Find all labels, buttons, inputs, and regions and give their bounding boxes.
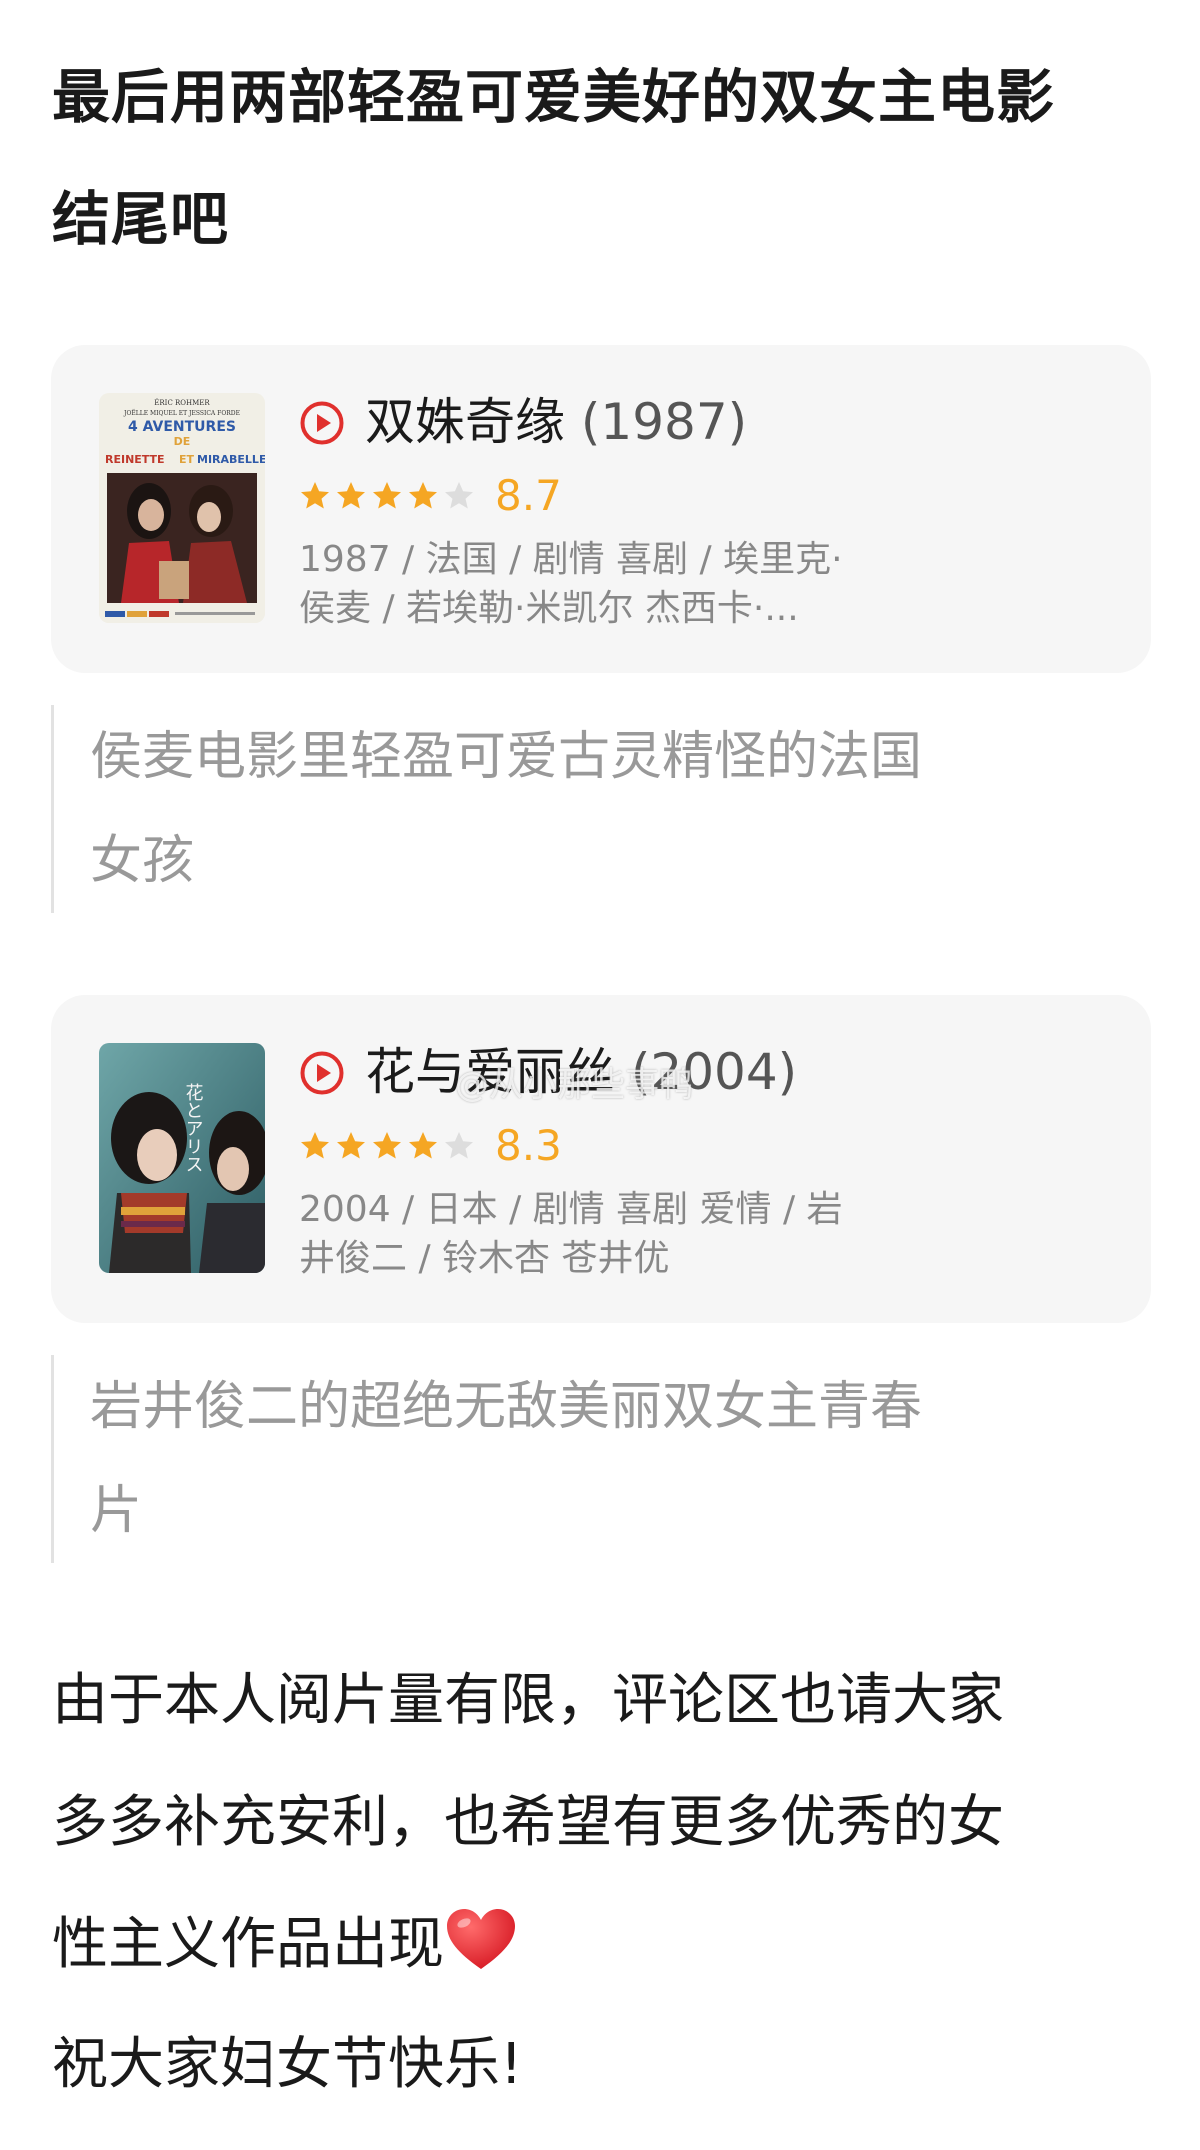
movie-card-1[interactable]: ÉRIC ROHMER JOËLLE MIQUEL ET JESSICA FOR…	[51, 345, 1151, 673]
closing-line: 祝大家妇女节快乐!	[52, 2032, 523, 2097]
play-icon[interactable]	[299, 400, 345, 446]
star-filled-icon	[373, 1132, 401, 1159]
comment-line: 女孩	[90, 831, 195, 891]
rating-row: 8.3	[299, 1120, 562, 1172]
star-empty-icon	[445, 1132, 473, 1159]
comment-line: 片	[90, 1481, 143, 1541]
poster-vertical-title: 花とアリス	[183, 1083, 204, 1173]
poster-headline: 4 AVENTURES	[128, 419, 236, 435]
heading-line: 结尾吧	[52, 185, 230, 253]
star-filled-icon	[301, 1132, 329, 1159]
star-filled-icon	[409, 1132, 437, 1159]
meta-line: 井俊二 / 铃木杏 苍井优	[299, 1238, 670, 1279]
closing-line-with-emoji: 性主义作品出现	[52, 1884, 1172, 2006]
poster-image: 花とアリス	[99, 1043, 265, 1273]
movie-poster[interactable]: ÉRIC ROHMER JOËLLE MIQUEL ET JESSICA FOR…	[99, 393, 265, 623]
movie-comment-2: 岩井俊二的超绝无敌美丽双女主青春 片	[51, 1355, 1190, 1563]
movie-score: 8.3	[495, 1121, 562, 1170]
poster-image: ÉRIC ROHMER JOËLLE MIQUEL ET JESSICA FOR…	[99, 393, 265, 623]
poster-name-et: ET	[179, 453, 195, 466]
meta-line: 侯麦 / 若埃勒·米凯尔 杰西卡·...	[299, 588, 799, 629]
star-rating	[299, 1130, 475, 1162]
movie-year: (1987)	[580, 393, 748, 451]
closing-line: 由于本人阅片量有限，评论区也请大家	[52, 1668, 1004, 1733]
star-filled-icon	[301, 482, 329, 509]
poster-name-a: REINETTE	[105, 453, 165, 466]
movie-comment-1: 侯麦电影里轻盈可爱古灵精怪的法国 女孩	[51, 705, 1190, 913]
star-empty-icon	[445, 482, 473, 509]
poster-cast: JOËLLE MIQUEL ET JESSICA FORDE	[123, 410, 240, 417]
poster-credit: ÉRIC ROHMER	[154, 398, 210, 407]
movie-title-text: 双姝奇缘	[365, 393, 565, 451]
heading-line: 最后用两部轻盈可爱美好的双女主电影	[52, 63, 1056, 131]
star-rating	[299, 480, 475, 512]
meta-line: 1987 / 法国 / 剧情 喜剧 / 埃里克·	[299, 539, 843, 580]
closing-line: 多多补充安利，也希望有更多优秀的女	[52, 1790, 1004, 1855]
star-filled-icon	[409, 482, 437, 509]
movie-score: 8.7	[495, 471, 562, 520]
comment-line: 侯麦电影里轻盈可爱古灵精怪的法国	[90, 727, 923, 787]
movie-poster[interactable]: 花とアリス	[99, 1043, 265, 1273]
poster-de: DE	[174, 435, 191, 448]
movie-card-2[interactable]: 花とアリス 花与爱丽丝 (2004) 8.3 2004 / 日本 / 剧情 喜剧…	[51, 995, 1151, 1323]
closing-text: 由于本人阅片量有限，评论区也请大家 多多补充安利，也希望有更多优秀的女 性主义作…	[52, 1640, 1172, 2124]
meta-line: 2004 / 日本 / 剧情 喜剧 爱情 / 岩	[299, 1189, 843, 1230]
closing-line-text: 性主义作品出现	[52, 1912, 444, 1977]
comment-line: 岩井俊二的超绝无敌美丽双女主青春	[90, 1377, 923, 1437]
heart-icon	[447, 1909, 515, 1969]
movie-meta: 1987 / 法国 / 剧情 喜剧 / 埃里克· 侯麦 / 若埃勒·米凯尔 杰西…	[299, 535, 919, 633]
star-filled-icon	[337, 1132, 365, 1159]
post-heading: 最后用两部轻盈可爱美好的双女主电影 结尾吧	[52, 36, 1152, 280]
post-page: 最后用两部轻盈可爱美好的双女主电影 结尾吧 ÉRIC ROHMER JOËLLE…	[0, 0, 1200, 2150]
rating-row: 8.7	[299, 470, 562, 522]
movie-meta: 2004 / 日本 / 剧情 喜剧 爱情 / 岩 井俊二 / 铃木杏 苍井优	[299, 1185, 919, 1283]
star-filled-icon	[337, 482, 365, 509]
play-icon[interactable]	[299, 1050, 345, 1096]
star-filled-icon	[373, 482, 401, 509]
movie-title[interactable]: 双姝奇缘 (1987)	[365, 387, 747, 457]
watermark: @从小那些事鸭	[455, 1065, 693, 1105]
poster-name-b: MIRABELLE	[197, 453, 265, 466]
